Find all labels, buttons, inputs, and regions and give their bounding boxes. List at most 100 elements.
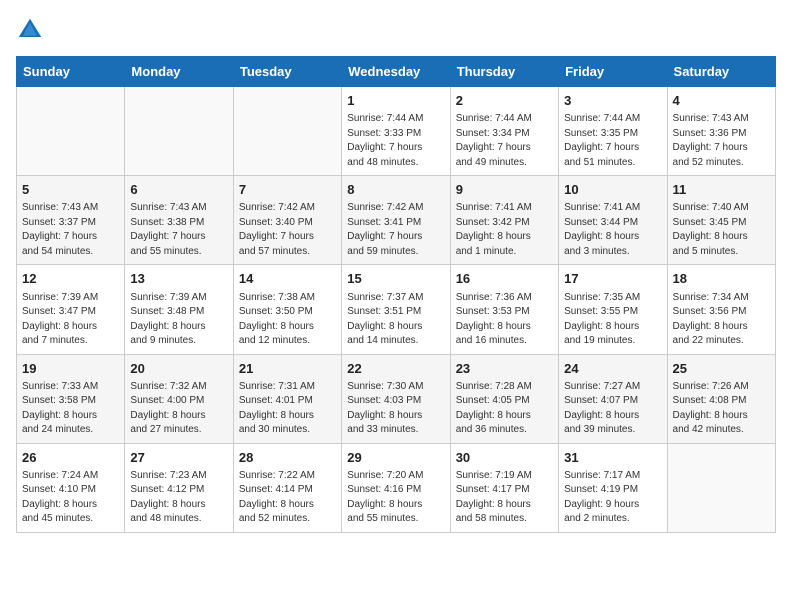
calendar-table: SundayMondayTuesdayWednesdayThursdayFrid… xyxy=(16,56,776,533)
day-info: Sunrise: 7:19 AM Sunset: 4:17 PM Dayligh… xyxy=(456,469,553,527)
calendar-cell: 5 Sunrise: 7:43 AM Sunset: 3:37 PM Daylig… xyxy=(17,176,125,265)
day-number: 28 xyxy=(239,449,336,467)
weekday-tuesday: Tuesday xyxy=(233,57,341,87)
day-number: 31 xyxy=(564,449,661,467)
day-number: 17 xyxy=(564,270,661,288)
day-number: 27 xyxy=(130,449,227,467)
day-info: Sunrise: 7:34 AM Sunset: 3:56 PM Dayligh… xyxy=(673,291,770,349)
day-info: Sunrise: 7:42 AM Sunset: 3:40 PM Dayligh… xyxy=(239,201,336,259)
day-info: Sunrise: 7:24 AM Sunset: 4:10 PM Dayligh… xyxy=(22,469,119,527)
day-info: Sunrise: 7:41 AM Sunset: 3:44 PM Dayligh… xyxy=(564,201,661,259)
day-number: 30 xyxy=(456,449,553,467)
day-number: 21 xyxy=(239,360,336,378)
calendar-cell: 26Sunrise: 7:24 AM Sunset: 4:10 PM Dayli… xyxy=(17,443,125,532)
day-info: Sunrise: 7:17 AM Sunset: 4:19 PM Dayligh… xyxy=(564,469,661,527)
day-number: 20 xyxy=(130,360,227,378)
day-number: 24 xyxy=(564,360,661,378)
calendar-cell: 9 Sunrise: 7:41 AM Sunset: 3:42 PM Daylig… xyxy=(450,176,558,265)
calendar-cell: 1Sunrise: 7:44 AM Sunset: 3:33 PM Daylig… xyxy=(342,87,450,176)
week-row-2: 5 Sunrise: 7:43 AM Sunset: 3:37 PM Daylig… xyxy=(17,176,776,265)
weekday-header-row: SundayMondayTuesdayWednesdayThursdayFrid… xyxy=(17,57,776,87)
calendar-cell: 13 Sunrise: 7:39 AM Sunset: 3:48 PM Dayli… xyxy=(125,265,233,354)
day-number: 25 xyxy=(673,360,770,378)
day-number: 4 xyxy=(673,92,770,110)
calendar-cell: 23 Sunrise: 7:28 AM Sunset: 4:05 PM Dayli… xyxy=(450,354,558,443)
weekday-thursday: Thursday xyxy=(450,57,558,87)
day-info: Sunrise: 7:31 AM Sunset: 4:01 PM Dayligh… xyxy=(239,380,336,438)
day-info: Sunrise: 7:32 AM Sunset: 4:00 PM Dayligh… xyxy=(130,380,227,438)
day-number: 18 xyxy=(673,270,770,288)
calendar-cell: 2 Sunrise: 7:44 AM Sunset: 3:34 PM Daylig… xyxy=(450,87,558,176)
day-number: 3 xyxy=(564,92,661,110)
week-row-1: 1Sunrise: 7:44 AM Sunset: 3:33 PM Daylig… xyxy=(17,87,776,176)
calendar-cell: 25 Sunrise: 7:26 AM Sunset: 4:08 PM Dayli… xyxy=(667,354,775,443)
day-number: 9 xyxy=(456,181,553,199)
calendar-cell: 29 Sunrise: 7:20 AM Sunset: 4:16 PM Dayli… xyxy=(342,443,450,532)
calendar-cell xyxy=(17,87,125,176)
day-number: 22 xyxy=(347,360,444,378)
calendar-cell: 7 Sunrise: 7:42 AM Sunset: 3:40 PM Daylig… xyxy=(233,176,341,265)
calendar-cell: 11Sunrise: 7:40 AM Sunset: 3:45 PM Dayli… xyxy=(667,176,775,265)
day-number: 23 xyxy=(456,360,553,378)
day-info: Sunrise: 7:39 AM Sunset: 3:48 PM Dayligh… xyxy=(130,291,227,349)
day-number: 19 xyxy=(22,360,119,378)
day-info: Sunrise: 7:43 AM Sunset: 3:38 PM Dayligh… xyxy=(130,201,227,259)
day-info: Sunrise: 7:26 AM Sunset: 4:08 PM Dayligh… xyxy=(673,380,770,438)
day-number: 1 xyxy=(347,92,444,110)
day-info: Sunrise: 7:28 AM Sunset: 4:05 PM Dayligh… xyxy=(456,380,553,438)
day-number: 12 xyxy=(22,270,119,288)
calendar-cell: 21 Sunrise: 7:31 AM Sunset: 4:01 PM Dayli… xyxy=(233,354,341,443)
calendar-cell: 20 Sunrise: 7:32 AM Sunset: 4:00 PM Dayli… xyxy=(125,354,233,443)
logo-icon xyxy=(16,16,44,44)
weekday-sunday: Sunday xyxy=(17,57,125,87)
calendar-cell: 27 Sunrise: 7:23 AM Sunset: 4:12 PM Dayli… xyxy=(125,443,233,532)
weekday-monday: Monday xyxy=(125,57,233,87)
day-info: Sunrise: 7:36 AM Sunset: 3:53 PM Dayligh… xyxy=(456,291,553,349)
week-row-3: 12 Sunrise: 7:39 AM Sunset: 3:47 PM Dayli… xyxy=(17,265,776,354)
day-info: Sunrise: 7:43 AM Sunset: 3:37 PM Dayligh… xyxy=(22,201,119,259)
calendar-cell: 18 Sunrise: 7:34 AM Sunset: 3:56 PM Dayli… xyxy=(667,265,775,354)
day-info: Sunrise: 7:44 AM Sunset: 3:35 PM Dayligh… xyxy=(564,112,661,170)
day-number: 7 xyxy=(239,181,336,199)
calendar-cell xyxy=(125,87,233,176)
calendar-cell: 22Sunrise: 7:30 AM Sunset: 4:03 PM Dayli… xyxy=(342,354,450,443)
calendar-cell xyxy=(233,87,341,176)
calendar-cell: 3 Sunrise: 7:44 AM Sunset: 3:35 PM Daylig… xyxy=(559,87,667,176)
calendar-cell: 16 Sunrise: 7:36 AM Sunset: 3:53 PM Dayli… xyxy=(450,265,558,354)
day-number: 8 xyxy=(347,181,444,199)
day-number: 14 xyxy=(239,270,336,288)
calendar-cell: 19 Sunrise: 7:33 AM Sunset: 3:58 PM Dayli… xyxy=(17,354,125,443)
day-info: Sunrise: 7:35 AM Sunset: 3:55 PM Dayligh… xyxy=(564,291,661,349)
calendar-cell: 15 Sunrise: 7:37 AM Sunset: 3:51 PM Dayli… xyxy=(342,265,450,354)
day-number: 13 xyxy=(130,270,227,288)
weekday-wednesday: Wednesday xyxy=(342,57,450,87)
day-info: Sunrise: 7:44 AM Sunset: 3:34 PM Dayligh… xyxy=(456,112,553,170)
day-info: Sunrise: 7:37 AM Sunset: 3:51 PM Dayligh… xyxy=(347,291,444,349)
day-info: Sunrise: 7:41 AM Sunset: 3:42 PM Dayligh… xyxy=(456,201,553,259)
day-number: 15 xyxy=(347,270,444,288)
calendar-cell: 28 Sunrise: 7:22 AM Sunset: 4:14 PM Dayli… xyxy=(233,443,341,532)
day-info: Sunrise: 7:43 AM Sunset: 3:36 PM Dayligh… xyxy=(673,112,770,170)
day-info: Sunrise: 7:27 AM Sunset: 4:07 PM Dayligh… xyxy=(564,380,661,438)
day-number: 16 xyxy=(456,270,553,288)
day-number: 29 xyxy=(347,449,444,467)
weekday-saturday: Saturday xyxy=(667,57,775,87)
header xyxy=(16,16,776,44)
day-number: 10 xyxy=(564,181,661,199)
calendar-body: 1Sunrise: 7:44 AM Sunset: 3:33 PM Daylig… xyxy=(17,87,776,533)
day-info: Sunrise: 7:39 AM Sunset: 3:47 PM Dayligh… xyxy=(22,291,119,349)
day-info: Sunrise: 7:20 AM Sunset: 4:16 PM Dayligh… xyxy=(347,469,444,527)
day-number: 5 xyxy=(22,181,119,199)
day-info: Sunrise: 7:23 AM Sunset: 4:12 PM Dayligh… xyxy=(130,469,227,527)
day-info: Sunrise: 7:22 AM Sunset: 4:14 PM Dayligh… xyxy=(239,469,336,527)
calendar-cell: 31 Sunrise: 7:17 AM Sunset: 4:19 PM Dayli… xyxy=(559,443,667,532)
day-info: Sunrise: 7:38 AM Sunset: 3:50 PM Dayligh… xyxy=(239,291,336,349)
week-row-5: 26Sunrise: 7:24 AM Sunset: 4:10 PM Dayli… xyxy=(17,443,776,532)
day-info: Sunrise: 7:33 AM Sunset: 3:58 PM Dayligh… xyxy=(22,380,119,438)
day-number: 11 xyxy=(673,181,770,199)
calendar-cell: 8Sunrise: 7:42 AM Sunset: 3:41 PM Daylig… xyxy=(342,176,450,265)
day-number: 2 xyxy=(456,92,553,110)
calendar-cell: 12 Sunrise: 7:39 AM Sunset: 3:47 PM Dayli… xyxy=(17,265,125,354)
calendar-cell: 6Sunrise: 7:43 AM Sunset: 3:38 PM Daylig… xyxy=(125,176,233,265)
week-row-4: 19 Sunrise: 7:33 AM Sunset: 3:58 PM Dayli… xyxy=(17,354,776,443)
